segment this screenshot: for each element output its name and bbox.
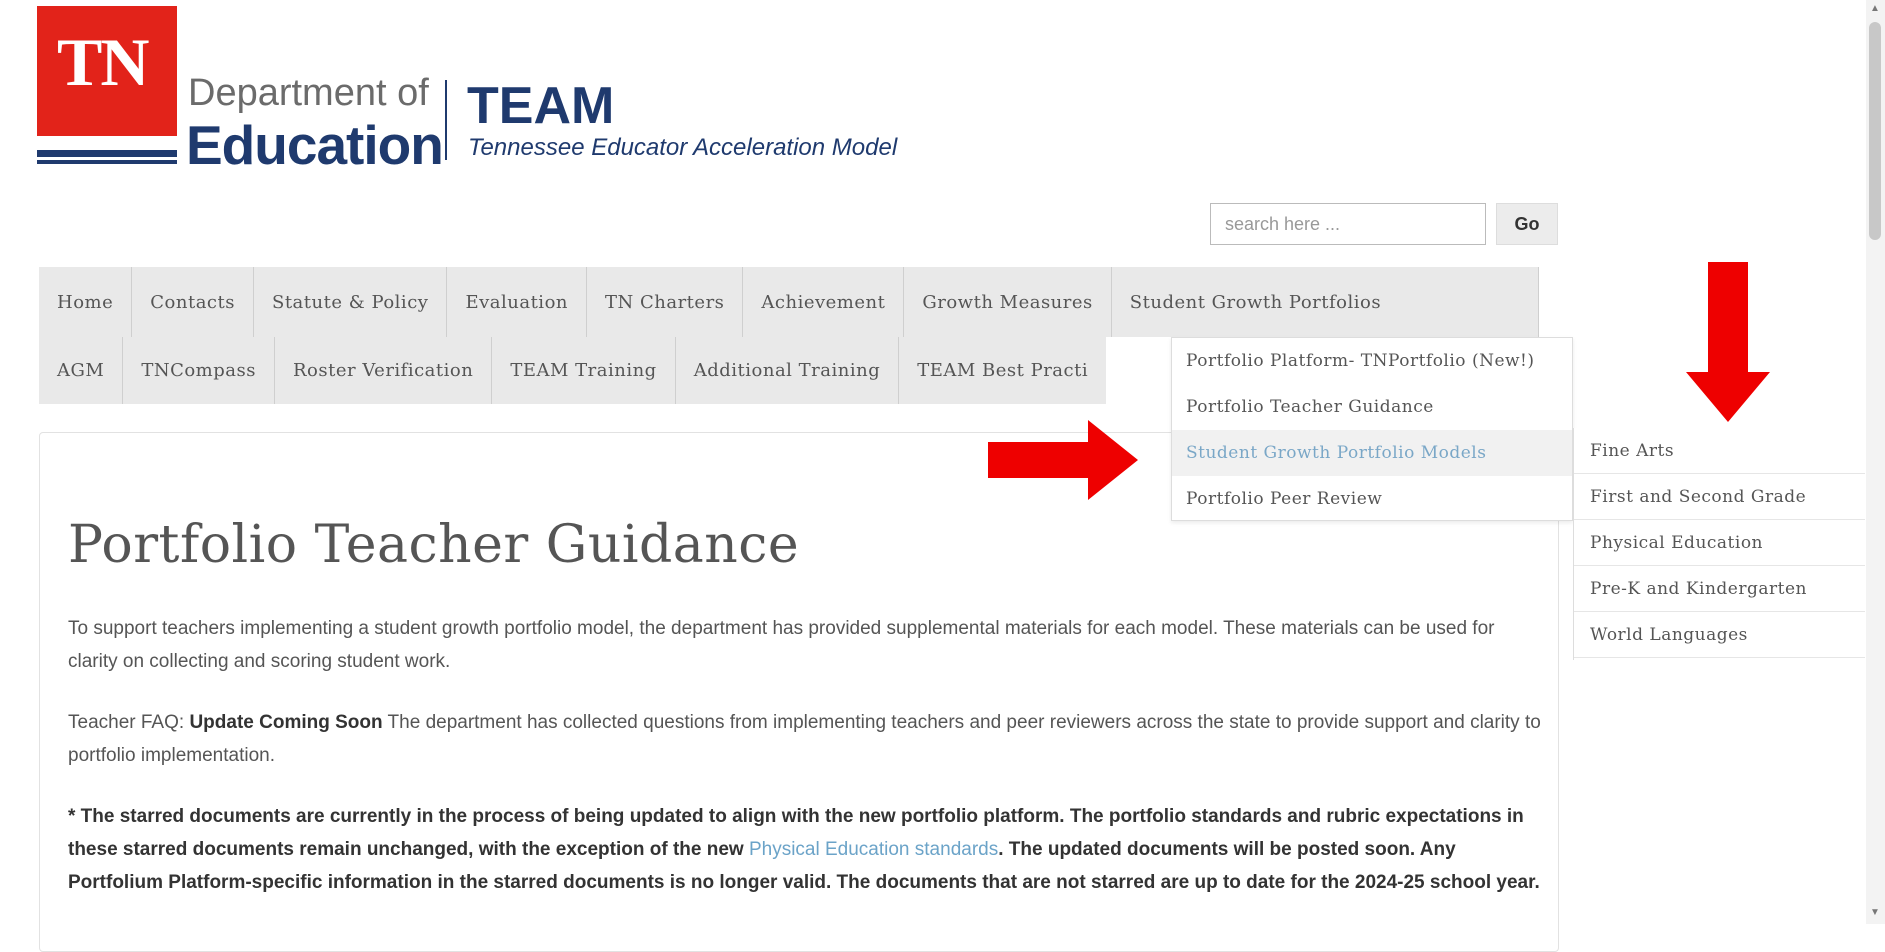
nav-achievement[interactable]: Achievement	[743, 267, 905, 337]
nav-evaluation[interactable]: Evaluation	[447, 267, 587, 337]
submenu-item-prek-kindergarten[interactable]: Pre-K and Kindergarten	[1574, 566, 1865, 612]
nav-additional-training[interactable]: Additional Training	[676, 337, 900, 404]
submenu-item-fine-arts[interactable]: Fine Arts	[1574, 428, 1865, 474]
search-go-button[interactable]: Go	[1496, 203, 1558, 245]
scroll-up-icon[interactable]: ▲	[1868, 2, 1882, 16]
intro-paragraph: To support teachers implementing a stude…	[68, 618, 1495, 672]
nav-roster-verification[interactable]: Roster Verification	[275, 337, 493, 404]
dropdown-item-portfolio-models[interactable]: Student Growth Portfolio Models	[1172, 430, 1572, 476]
faq-label: Teacher FAQ:	[68, 712, 190, 733]
scrollbar-thumb[interactable]	[1869, 22, 1881, 240]
faq-paragraph: Teacher FAQ: Update Coming Soon The depa…	[68, 706, 1548, 772]
submenu-item-physical-education[interactable]: Physical Education	[1574, 520, 1865, 566]
logo-bar	[37, 150, 177, 157]
dropdown-item-teacher-guidance[interactable]: Portfolio Teacher Guidance	[1172, 384, 1572, 430]
nav-team-training[interactable]: TEAM Training	[492, 337, 676, 404]
right-arrow-icon	[988, 420, 1138, 500]
dropdown-item-peer-review[interactable]: Portfolio Peer Review	[1172, 476, 1572, 522]
down-arrow-icon	[1686, 262, 1770, 422]
logo-bar	[37, 160, 177, 164]
submenu-item-world-languages[interactable]: World Languages	[1574, 612, 1865, 658]
faq-status: Update Coming Soon	[189, 712, 383, 733]
submenu-item-first-second-grade[interactable]: First and Second Grade	[1574, 474, 1865, 520]
main-nav-row-1: Home Contacts Statute & Policy Evaluatio…	[39, 267, 1539, 337]
nav-tncompass[interactable]: TNCompass	[123, 337, 275, 404]
scroll-down-icon[interactable]: ▼	[1868, 906, 1882, 920]
main-nav-row-2: AGM TNCompass Roster Verification TEAM T…	[39, 337, 1107, 404]
department-label: Department of	[188, 72, 429, 114]
logo-text: TN	[57, 24, 149, 100]
header-divider	[445, 80, 447, 160]
search-input[interactable]	[1210, 203, 1486, 245]
education-label: Education	[186, 114, 444, 176]
nav-contacts[interactable]: Contacts	[132, 267, 254, 337]
nav-student-growth-portfolios[interactable]: Student Growth Portfolios	[1112, 267, 1539, 337]
starred-note-paragraph: * The starred documents are currently in…	[68, 800, 1548, 899]
portfolio-models-submenu: Fine Arts First and Second Grade Physica…	[1573, 428, 1865, 660]
page-title: Portfolio Teacher Guidance	[68, 515, 800, 575]
nav-agm[interactable]: AGM	[39, 337, 124, 404]
nav-home[interactable]: Home	[39, 267, 133, 337]
tn-logo[interactable]: TN	[37, 6, 177, 136]
physical-education-standards-link[interactable]: Physical Education standards	[749, 839, 998, 860]
portfolios-dropdown: Portfolio Platform- TNPortfolio (New!) P…	[1171, 337, 1573, 521]
team-title[interactable]: TEAM	[467, 80, 614, 132]
nav-team-best-practices[interactable]: TEAM Best Practi	[899, 337, 1106, 404]
nav-tn-charters[interactable]: TN Charters	[587, 267, 744, 337]
nav-growth-measures[interactable]: Growth Measures	[904, 267, 1112, 337]
team-subtitle: Tennessee Educator Acceleration Model	[468, 134, 898, 161]
dropdown-item-tnportfolio[interactable]: Portfolio Platform- TNPortfolio (New!)	[1172, 338, 1572, 384]
nav-statute-policy[interactable]: Statute & Policy	[254, 267, 448, 337]
